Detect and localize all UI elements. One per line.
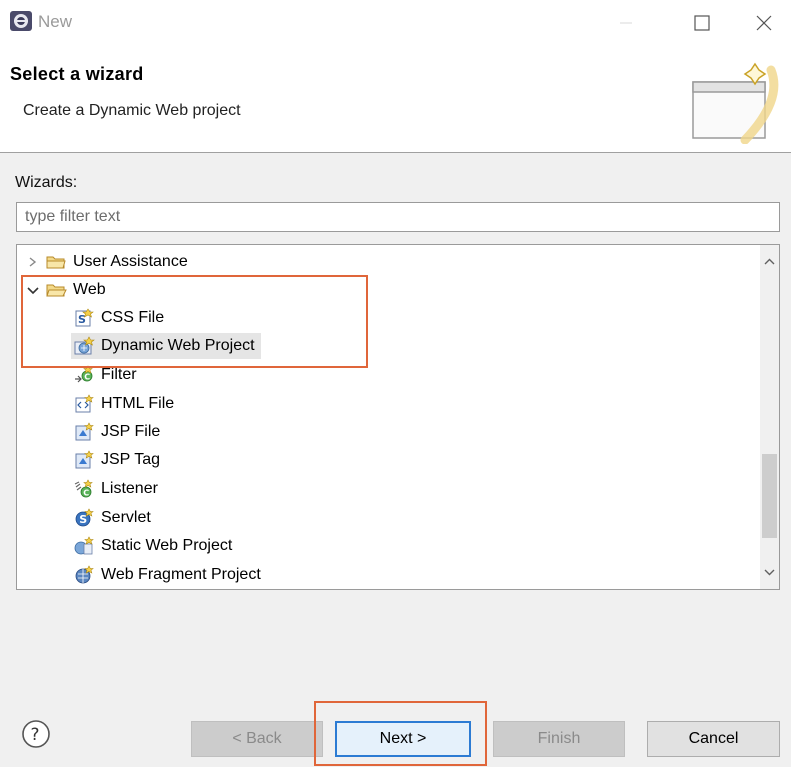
svg-text:S: S (79, 513, 87, 526)
finish-button[interactable]: Finish (493, 721, 625, 757)
tree-item-servlet[interactable]: S Servlet (73, 505, 151, 531)
tree-item-jsp-tag[interactable]: JSP Tag (73, 447, 160, 473)
window-title: New (38, 12, 73, 31)
tree-item-static-web-project[interactable]: Static Web Project (73, 533, 232, 559)
static-web-project-icon (73, 536, 95, 556)
svg-text:?: ? (31, 725, 40, 745)
folder-icon (45, 252, 67, 272)
minimize-icon[interactable] (606, 8, 646, 38)
servlet-icon: S (73, 508, 95, 528)
scroll-up-icon[interactable] (763, 255, 776, 268)
chevron-right-icon[interactable] (25, 254, 41, 270)
back-button[interactable]: < Back (191, 721, 323, 757)
wizard-header: Select a wizard Create a Dynamic Web pro… (0, 46, 791, 153)
page-description: Create a Dynamic Web project (23, 102, 241, 119)
wizards-label: Wizards: (15, 174, 78, 191)
close-icon[interactable] (744, 8, 784, 38)
jsp-tag-icon (73, 450, 95, 470)
listener-icon: C (73, 479, 95, 499)
html-file-icon (73, 394, 95, 414)
cancel-button[interactable]: Cancel (647, 721, 780, 757)
tree-item-label: Static Web Project (101, 537, 233, 554)
tree-item-web-fragment-project[interactable]: Web Fragment Project (73, 562, 261, 588)
eclipse-app-icon (9, 10, 33, 32)
tree-item-label: Web Fragment Project (101, 566, 261, 583)
help-icon[interactable]: ? (20, 718, 52, 750)
title-bar: New (0, 0, 791, 46)
next-button-highlight (314, 701, 487, 766)
tree-item-label: User Assistance (73, 253, 188, 270)
web-group-highlight (21, 275, 368, 368)
filter-icon: C (73, 365, 95, 385)
tree-item-listener[interactable]: C Listener (73, 476, 158, 502)
tree-item-label: Servlet (101, 509, 151, 526)
web-fragment-project-icon (73, 565, 95, 585)
tree-item-label: JSP Tag (101, 451, 161, 468)
tree-item-label: JSP File (101, 423, 161, 440)
svg-text:C: C (83, 489, 89, 498)
svg-text:C: C (84, 373, 90, 382)
new-wizard-banner-icon (685, 60, 781, 145)
tree-item-user-assistance[interactable]: User Assistance (25, 249, 188, 275)
tree-item-label: Filter (101, 366, 137, 383)
tree-item-jsp-file[interactable]: JSP File (73, 419, 160, 445)
filter-input[interactable] (16, 202, 780, 232)
tree-item-label: HTML File (101, 395, 175, 412)
tree-item-html-file[interactable]: HTML File (73, 391, 174, 417)
tree-scrollbar[interactable] (760, 245, 779, 589)
maximize-icon[interactable] (682, 8, 722, 38)
jsp-file-icon (73, 422, 95, 442)
page-title: Select a wizard (10, 64, 144, 84)
tree-item-label: Listener (101, 480, 158, 497)
scroll-thumb[interactable] (762, 454, 777, 538)
scroll-down-icon[interactable] (763, 566, 776, 579)
